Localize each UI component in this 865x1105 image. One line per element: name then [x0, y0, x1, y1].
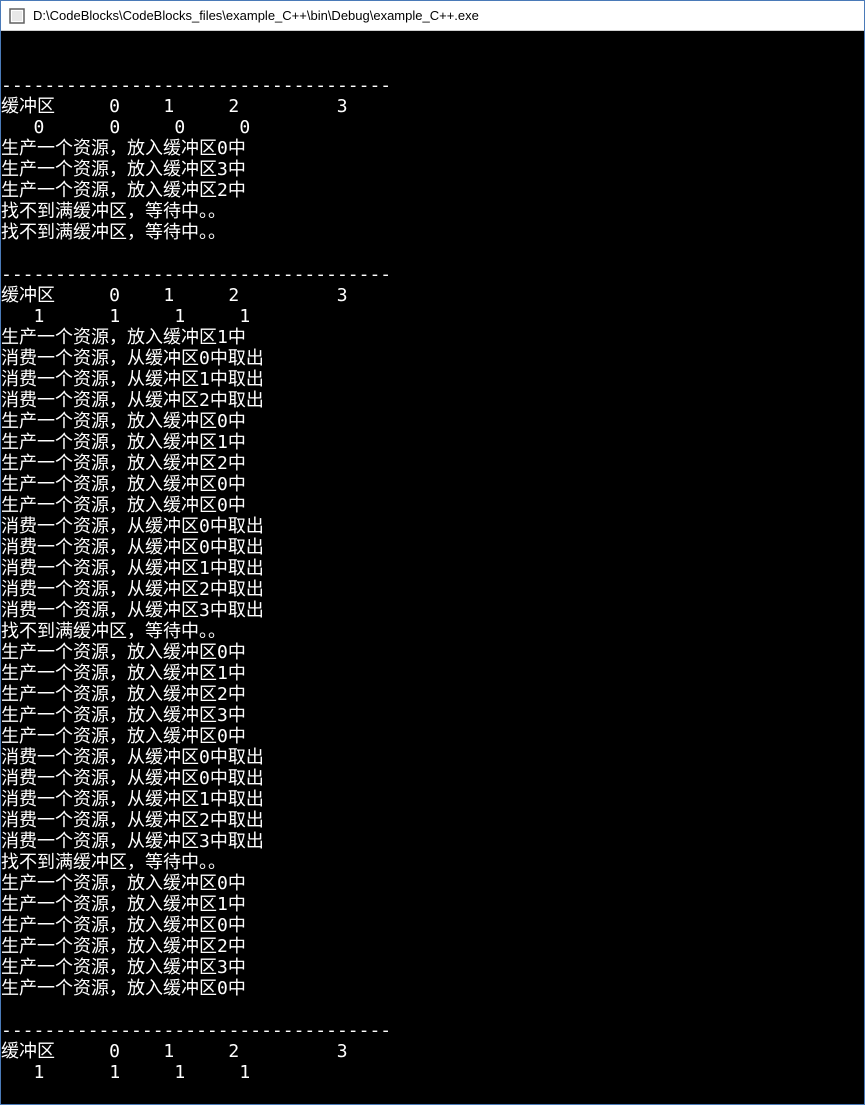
- console-line: 生产一个资源，放入缓冲区1中: [1, 894, 864, 915]
- console-line: 找不到满缓冲区，等待中。。: [1, 222, 864, 243]
- console-line: 0 0 0 0: [1, 117, 864, 138]
- console-output[interactable]: ------------------------------------缓冲区 …: [1, 31, 864, 1104]
- console-line: 消费一个资源，从缓冲区2中取出: [1, 810, 864, 831]
- console-line: 生产一个资源，放入缓冲区0中: [1, 474, 864, 495]
- console-line: 生产一个资源，放入缓冲区0中: [1, 138, 864, 159]
- titlebar[interactable]: D:\CodeBlocks\CodeBlocks_files\example_C…: [1, 1, 864, 31]
- console-line: 消费一个资源，从缓冲区0中取出: [1, 516, 864, 537]
- console-line: 1 1 1 1: [1, 306, 864, 327]
- console-line: 消费一个资源，从缓冲区1中取出: [1, 558, 864, 579]
- console-line: 生产一个资源，放入缓冲区2中: [1, 684, 864, 705]
- console-line: 消费一个资源，从缓冲区1中取出: [1, 369, 864, 390]
- console-line: 生产一个资源，放入缓冲区3中: [1, 159, 864, 180]
- console-line: 消费一个资源，从缓冲区1中取出: [1, 789, 864, 810]
- console-line: 生产一个资源，放入缓冲区0中: [1, 495, 864, 516]
- console-line: ------------------------------------: [1, 1020, 864, 1041]
- console-line: 缓冲区 0 1 2 3: [1, 285, 864, 306]
- console-line: [1, 999, 864, 1020]
- console-line: [1, 243, 864, 264]
- console-line: 生产一个资源，放入缓冲区2中: [1, 936, 864, 957]
- console-line: 消费一个资源，从缓冲区3中取出: [1, 600, 864, 621]
- console-line: 生产一个资源，放入缓冲区0中: [1, 642, 864, 663]
- console-line: 生产一个资源，放入缓冲区0中: [1, 873, 864, 894]
- console-line: 找不到满缓冲区，等待中。。: [1, 621, 864, 642]
- console-line: 生产一个资源，放入缓冲区2中: [1, 453, 864, 474]
- console-line: [1, 1083, 864, 1104]
- console-line: 生产一个资源，放入缓冲区2中: [1, 180, 864, 201]
- console-line: ------------------------------------: [1, 75, 864, 96]
- console-line: 生产一个资源，放入缓冲区1中: [1, 327, 864, 348]
- console-line: 消费一个资源，从缓冲区0中取出: [1, 348, 864, 369]
- console-line: 生产一个资源，放入缓冲区0中: [1, 411, 864, 432]
- app-icon: [9, 8, 25, 24]
- console-line: 消费一个资源，从缓冲区0中取出: [1, 747, 864, 768]
- console-line: 消费一个资源，从缓冲区0中取出: [1, 537, 864, 558]
- console-line: 生产一个资源，放入缓冲区1中: [1, 432, 864, 453]
- console-line: 消费一个资源，从缓冲区3中取出: [1, 831, 864, 852]
- console-line: ------------------------------------: [1, 264, 864, 285]
- console-line: 生产一个资源，放入缓冲区3中: [1, 957, 864, 978]
- console-line: 生产一个资源，放入缓冲区0中: [1, 915, 864, 936]
- console-line: 生产一个资源，放入缓冲区1中: [1, 663, 864, 684]
- console-line: 缓冲区 0 1 2 3: [1, 1041, 864, 1062]
- console-line: 生产一个资源，放入缓冲区0中: [1, 726, 864, 747]
- console-window: D:\CodeBlocks\CodeBlocks_files\example_C…: [0, 0, 865, 1105]
- console-line: 消费一个资源，从缓冲区2中取出: [1, 390, 864, 411]
- console-line: 缓冲区 0 1 2 3: [1, 96, 864, 117]
- console-line: 消费一个资源，从缓冲区2中取出: [1, 579, 864, 600]
- console-line: 1 1 1 1: [1, 1062, 864, 1083]
- console-line: 消费一个资源，从缓冲区0中取出: [1, 768, 864, 789]
- window-title: D:\CodeBlocks\CodeBlocks_files\example_C…: [33, 8, 479, 23]
- console-line: 找不到满缓冲区，等待中。。: [1, 201, 864, 222]
- console-line: 找不到满缓冲区，等待中。。: [1, 852, 864, 873]
- console-line: 生产一个资源，放入缓冲区0中: [1, 978, 864, 999]
- console-line: 生产一个资源，放入缓冲区3中: [1, 705, 864, 726]
